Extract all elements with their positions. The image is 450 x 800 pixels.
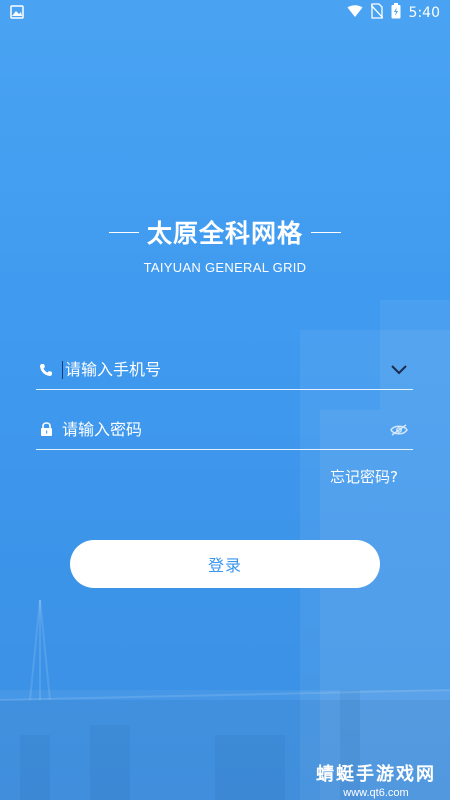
brand-subtitle: TAIYUAN GENERAL GRID xyxy=(143,260,307,275)
forgot-password-link[interactable]: 忘记密码? xyxy=(330,466,398,487)
brand-right-line xyxy=(311,231,341,233)
watermark-url: www.qt6.com xyxy=(343,787,409,799)
phone-input[interactable] xyxy=(63,350,385,389)
phone-field xyxy=(36,350,413,390)
background-city-image xyxy=(0,300,450,800)
no-sim-icon xyxy=(370,3,384,23)
status-left xyxy=(10,4,24,23)
password-input[interactable] xyxy=(56,410,385,449)
status-time: 5:40 xyxy=(408,5,440,21)
watermark: 蜻蜓手游戏网 www.qt6.com xyxy=(316,760,436,799)
eye-off-icon[interactable] xyxy=(385,416,413,444)
brand-left-line xyxy=(108,231,139,233)
brand-title-row: 太原全科网格 xyxy=(0,214,450,250)
brand-title: 太原全科网格 xyxy=(146,219,303,248)
login-button[interactable]: 登录 xyxy=(70,540,380,588)
image-icon xyxy=(10,4,24,23)
wifi-icon xyxy=(347,4,363,22)
brand-header: 太原全科网格 TAIYUAN GENERAL GRID xyxy=(0,214,450,275)
chevron-down-icon[interactable] xyxy=(385,356,413,384)
status-bar: 5:40 xyxy=(0,0,450,26)
lock-icon xyxy=(36,420,56,440)
status-right: 5:40 xyxy=(347,3,440,23)
phone-icon xyxy=(36,360,56,380)
watermark-title: 蜻蜓手游戏网 xyxy=(316,764,436,785)
password-field xyxy=(36,410,413,450)
battery-charging-icon xyxy=(391,3,401,23)
